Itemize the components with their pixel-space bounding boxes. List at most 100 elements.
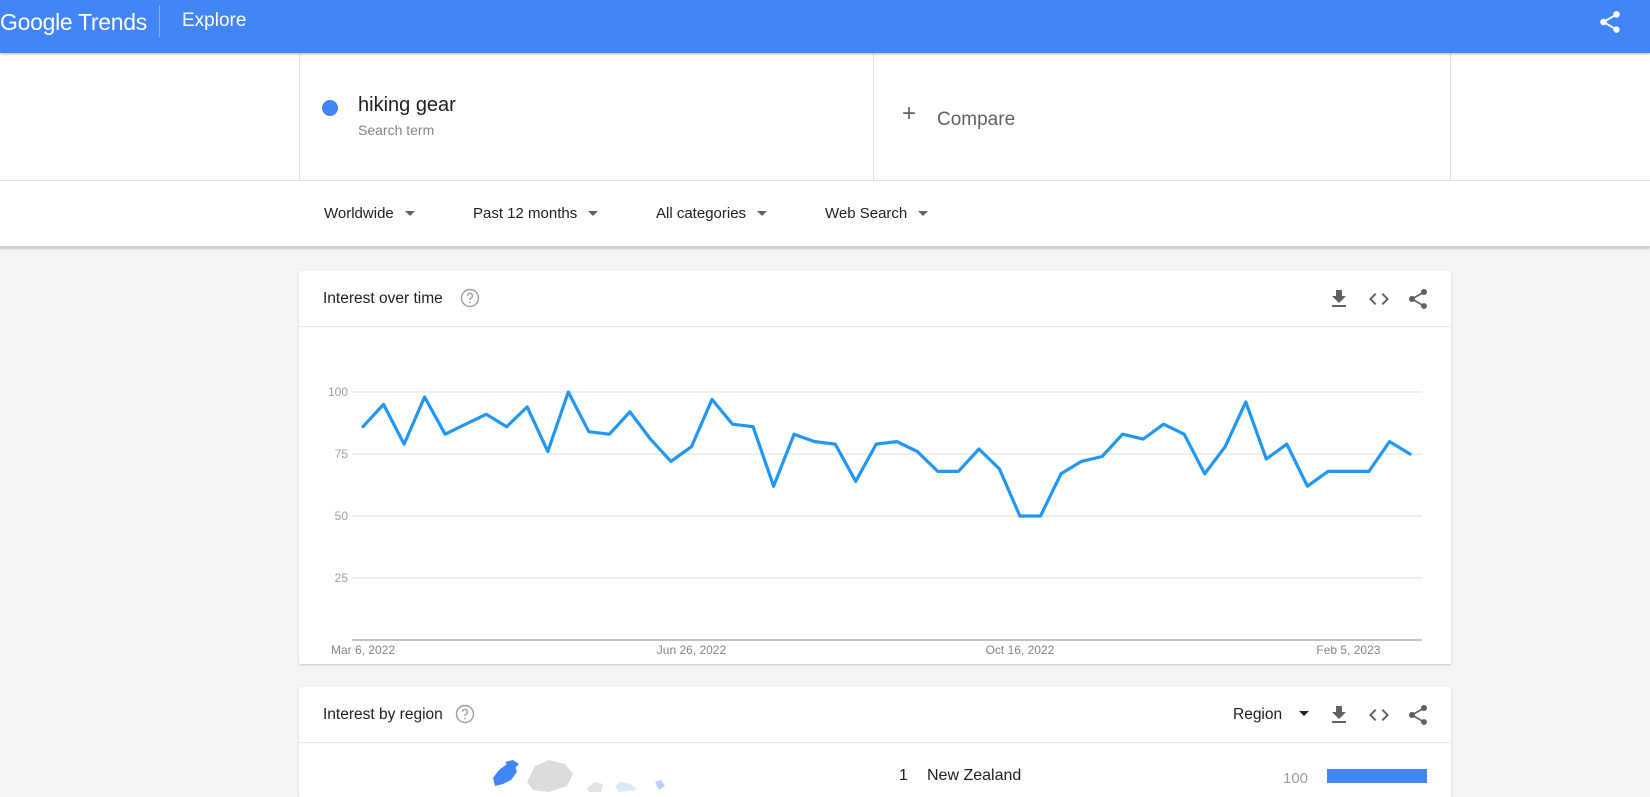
data-point bbox=[440, 429, 450, 439]
search-terms-bar: hiking gear Search term + Compare bbox=[0, 53, 1650, 181]
y-tick-label: 25 bbox=[335, 571, 349, 585]
data-point bbox=[1015, 511, 1025, 521]
data-point bbox=[1220, 442, 1230, 452]
data-point bbox=[625, 407, 635, 417]
data-point bbox=[543, 447, 553, 457]
data-point bbox=[1261, 454, 1271, 464]
search-type-dropdown[interactable]: Web Search bbox=[825, 205, 929, 222]
region-value-bar bbox=[1327, 769, 1427, 783]
data-point bbox=[379, 399, 389, 409]
data-point bbox=[728, 419, 738, 429]
share-icon[interactable] bbox=[1406, 287, 1430, 311]
data-point bbox=[1138, 434, 1148, 444]
data-point bbox=[830, 439, 840, 449]
chevron-down-icon bbox=[757, 210, 768, 216]
region-name[interactable]: New Zealand bbox=[927, 767, 1021, 785]
data-point bbox=[748, 422, 758, 432]
plus-icon: + bbox=[902, 100, 917, 127]
search-term-card[interactable]: hiking gear Search term bbox=[299, 53, 874, 181]
time-range-value: Past 12 months bbox=[473, 205, 578, 222]
data-point bbox=[994, 464, 1004, 474]
search-term-text[interactable]: hiking gear bbox=[358, 94, 456, 117]
data-point bbox=[584, 427, 594, 437]
data-point bbox=[810, 437, 820, 447]
term-color-dot bbox=[322, 100, 338, 116]
interest-over-time-card: Interest over time 25 50 75 100 Mar 6, 2022 J… bbox=[299, 271, 1451, 664]
download-icon[interactable] bbox=[1327, 287, 1351, 311]
data-point bbox=[1364, 466, 1374, 476]
location-dropdown[interactable]: Worldwide bbox=[324, 205, 415, 222]
data-point bbox=[769, 481, 779, 491]
search-term-type: Search term bbox=[358, 122, 435, 138]
y-tick-label: 100 bbox=[328, 385, 348, 399]
data-point bbox=[666, 456, 676, 466]
world-map[interactable] bbox=[469, 752, 729, 792]
data-point bbox=[502, 422, 512, 432]
data-point bbox=[1035, 511, 1045, 521]
card-header: Interest by region Region bbox=[299, 687, 1451, 743]
compare-button[interactable]: + Compare bbox=[874, 53, 1451, 181]
page-title: Explore bbox=[182, 10, 247, 31]
category-value: All categories bbox=[656, 205, 747, 222]
help-icon[interactable] bbox=[455, 704, 475, 724]
data-point bbox=[1159, 419, 1169, 429]
data-point bbox=[358, 422, 368, 432]
chevron-down-icon bbox=[1299, 711, 1310, 717]
data-point bbox=[1077, 456, 1087, 466]
region-resolution-dropdown[interactable]: Region bbox=[1233, 706, 1310, 724]
y-tick-label: 50 bbox=[335, 509, 349, 523]
card-title: Interest by region bbox=[323, 706, 443, 723]
data-point bbox=[563, 387, 573, 397]
help-icon[interactable] bbox=[460, 288, 480, 308]
data-point bbox=[933, 466, 943, 476]
data-point bbox=[1343, 466, 1353, 476]
card-header: Interest over time bbox=[299, 271, 1451, 327]
x-tick-label: Jun 26, 2022 bbox=[657, 643, 727, 657]
data-point bbox=[953, 466, 963, 476]
region-resolution-value: Region bbox=[1233, 706, 1283, 723]
filter-bar: Worldwide Past 12 months All categories … bbox=[0, 181, 1650, 247]
data-point bbox=[974, 444, 984, 454]
share-icon[interactable] bbox=[1406, 703, 1430, 727]
share-icon[interactable] bbox=[1597, 9, 1623, 35]
card-title: Interest over time bbox=[323, 290, 443, 307]
data-point bbox=[1097, 451, 1107, 461]
data-point bbox=[1323, 466, 1333, 476]
x-tick-label: Feb 5, 2023 bbox=[1316, 643, 1380, 657]
chevron-down-icon bbox=[918, 210, 929, 216]
interest-over-time-chart[interactable]: 25 50 75 100 Mar 6, 2022 Jun 26, 2022 Oct 16, … bbox=[299, 327, 1451, 657]
data-point bbox=[1056, 469, 1066, 479]
data-point bbox=[1405, 449, 1415, 459]
data-point bbox=[1200, 469, 1210, 479]
download-icon[interactable] bbox=[1327, 703, 1351, 727]
data-point bbox=[1302, 481, 1312, 491]
data-point bbox=[686, 442, 696, 452]
header-divider bbox=[159, 5, 160, 37]
top-bar: Google Trends Explore bbox=[0, 0, 1650, 53]
google-trends-logo[interactable]: Google Trends bbox=[0, 9, 147, 36]
data-point bbox=[707, 394, 717, 404]
interest-by-region-card: Interest by region Region 1 New Zealand … bbox=[299, 687, 1451, 797]
data-point bbox=[1384, 437, 1394, 447]
search-type-value: Web Search bbox=[825, 205, 908, 222]
data-point bbox=[1118, 429, 1128, 439]
data-point bbox=[399, 439, 409, 449]
data-point bbox=[420, 392, 430, 402]
category-dropdown[interactable]: All categories bbox=[656, 205, 768, 222]
x-tick-label: Oct 16, 2022 bbox=[986, 643, 1055, 657]
data-point bbox=[461, 419, 471, 429]
location-value: Worldwide bbox=[324, 205, 394, 222]
data-point bbox=[522, 402, 532, 412]
x-tick-label: Mar 6, 2022 bbox=[331, 643, 395, 657]
data-point bbox=[851, 476, 861, 486]
data-point bbox=[1179, 429, 1189, 439]
region-value: 100 bbox=[1283, 770, 1309, 787]
embed-icon[interactable] bbox=[1367, 287, 1391, 311]
time-range-dropdown[interactable]: Past 12 months bbox=[473, 205, 599, 222]
data-point bbox=[789, 429, 799, 439]
chevron-down-icon bbox=[588, 210, 599, 216]
data-point bbox=[481, 409, 491, 419]
y-tick-label: 75 bbox=[335, 447, 349, 461]
chevron-down-icon bbox=[404, 210, 415, 216]
embed-icon[interactable] bbox=[1367, 703, 1391, 727]
